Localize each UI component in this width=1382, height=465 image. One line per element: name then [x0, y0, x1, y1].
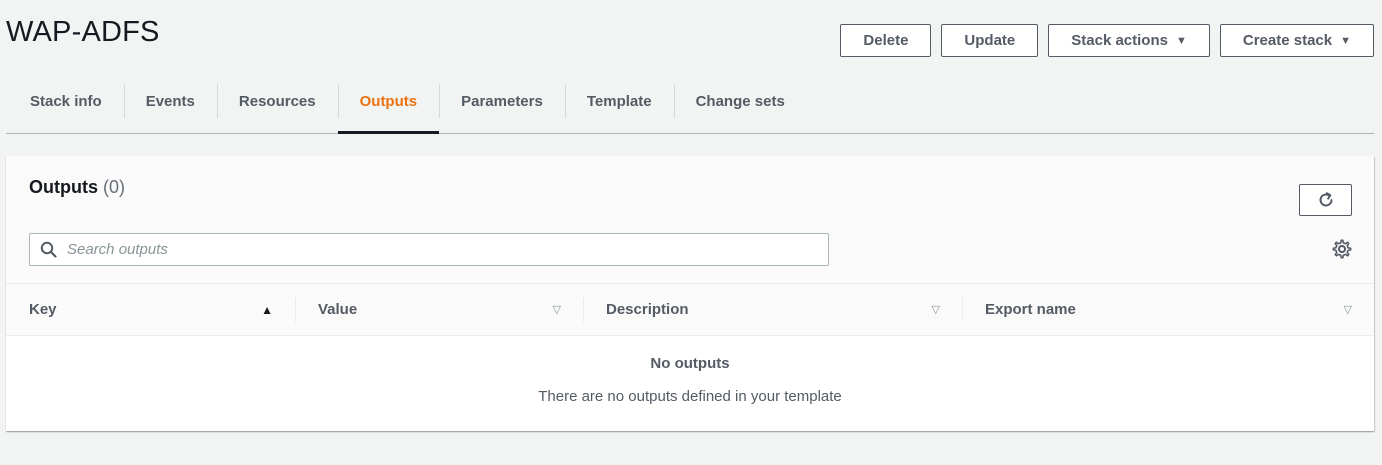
- search-input[interactable]: [67, 241, 767, 258]
- gear-icon: [1332, 239, 1352, 259]
- search-field: [29, 233, 829, 266]
- outputs-title-text: Outputs: [29, 177, 98, 197]
- tab-stack-info[interactable]: Stack info: [6, 70, 124, 133]
- delete-button[interactable]: Delete: [840, 24, 932, 57]
- outputs-table-header: Key ▲ Value ▽ Description ▽ Export name …: [6, 284, 1374, 336]
- empty-state: No outputs There are no outputs defined …: [6, 336, 1374, 405]
- delete-button-label: Delete: [863, 32, 909, 49]
- column-header-export-name[interactable]: Export name ▽: [962, 284, 1374, 335]
- refresh-icon: [1319, 192, 1332, 207]
- page-title: WAP-ADFS: [6, 16, 160, 48]
- caret-down-icon: ▼: [1175, 34, 1187, 47]
- tab-resources[interactable]: Resources: [216, 70, 338, 133]
- tab-parameters[interactable]: Parameters: [439, 70, 565, 133]
- refresh-button[interactable]: [1299, 184, 1352, 216]
- tab-events[interactable]: Events: [123, 70, 217, 133]
- update-button[interactable]: Update: [941, 24, 1039, 57]
- outputs-title: Outputs (0): [29, 177, 125, 198]
- column-header-key[interactable]: Key ▲: [6, 284, 295, 335]
- column-header-label: Export name: [985, 301, 1076, 318]
- sort-none-icon: ▽: [552, 304, 561, 316]
- stack-actions-bar: Delete Update Stack actions ▼ Create sta…: [840, 24, 1374, 57]
- caret-down-icon: ▼: [1340, 34, 1351, 47]
- column-header-label: Key: [29, 301, 57, 318]
- tab-change-sets[interactable]: Change sets: [673, 70, 807, 133]
- sort-ascending-icon: ▲: [261, 302, 273, 317]
- stack-actions-dropdown[interactable]: Stack actions ▼: [1048, 24, 1210, 57]
- tab-outputs[interactable]: Outputs: [337, 70, 440, 134]
- sort-none-icon: ▽: [931, 304, 940, 316]
- column-header-description[interactable]: Description ▽: [583, 284, 962, 335]
- create-stack-dropdown[interactable]: Create stack ▼: [1219, 24, 1374, 57]
- outputs-panel: Outputs (0) Key ▲: [6, 156, 1374, 431]
- column-header-label: Value: [318, 301, 358, 318]
- column-header-label: Description: [606, 301, 689, 318]
- stack-actions-label: Stack actions: [1071, 32, 1168, 49]
- column-header-value[interactable]: Value ▽: [295, 284, 583, 335]
- search-icon: [40, 241, 57, 258]
- outputs-panel-header: Outputs (0): [6, 156, 1374, 284]
- outputs-count: (0): [103, 177, 126, 197]
- update-button-label: Update: [964, 32, 1016, 49]
- preferences-button[interactable]: [1332, 239, 1352, 264]
- create-stack-label: Create stack: [1242, 32, 1333, 49]
- tab-bar: Stack info Events Resources Outputs Para…: [6, 70, 1374, 134]
- tab-template[interactable]: Template: [564, 70, 674, 133]
- empty-state-text: There are no outputs defined in your tem…: [538, 388, 842, 405]
- sort-none-icon: ▽: [1343, 304, 1352, 316]
- empty-state-title: No outputs: [650, 355, 730, 372]
